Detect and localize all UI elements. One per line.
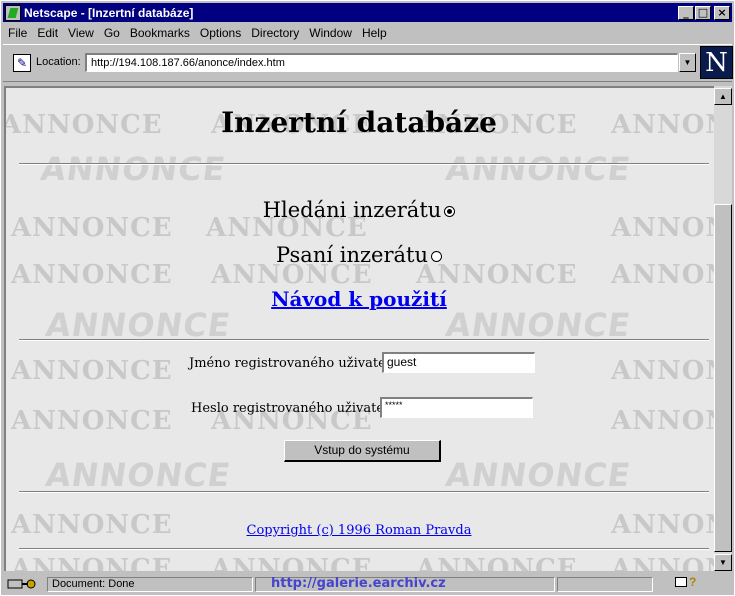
username-label: Jméno registrovaného uživatele: xyxy=(189,356,403,371)
watermark-text: ANNONCE xyxy=(443,456,634,494)
scroll-thumb[interactable] xyxy=(714,204,732,552)
scroll-down-button[interactable]: ▼ xyxy=(714,554,732,571)
divider xyxy=(19,491,709,493)
password-input[interactable]: ***** xyxy=(380,397,533,418)
write-ad-option[interactable]: Psaní inzerátu xyxy=(6,243,712,267)
page-title: Inzertní databáze xyxy=(221,106,497,139)
watermark-text: ANNONCE xyxy=(611,554,714,571)
watermark-text: ANNONCE xyxy=(416,554,578,571)
scroll-up-button[interactable]: ▲ xyxy=(714,88,732,105)
watermark-text: ANNONCE xyxy=(38,150,229,188)
menu-go[interactable]: Go xyxy=(99,26,125,40)
watermark-text: ANNONCE xyxy=(11,554,173,571)
search-ads-radio[interactable] xyxy=(444,206,456,217)
menu-edit[interactable]: Edit xyxy=(32,26,63,40)
location-label: Location: xyxy=(36,56,81,68)
vertical-scrollbar[interactable]: ▲ ▼ xyxy=(714,86,732,571)
search-ads-option[interactable]: Hledáni inzerátu xyxy=(6,198,712,222)
watermark-text: ANNONCE xyxy=(211,554,373,571)
watermark-text: ANNONCE xyxy=(443,150,634,188)
title-bar[interactable]: Netscape - [Inzertní databáze] _ □ × xyxy=(3,3,732,22)
write-ad-radio[interactable] xyxy=(431,251,443,262)
menu-bookmarks[interactable]: Bookmarks xyxy=(125,26,195,40)
maximize-button[interactable]: □ xyxy=(695,5,711,20)
status-text: Document: Done xyxy=(47,577,253,592)
password-label: Heslo registrovaného uživatele: xyxy=(191,401,401,416)
username-input[interactable]: guest xyxy=(382,352,535,373)
watermark-text: ANNONCE xyxy=(611,406,714,436)
security-key-icon[interactable] xyxy=(7,577,45,592)
mail-icon[interactable] xyxy=(675,577,687,587)
netscape-app-icon[interactable] xyxy=(5,4,21,21)
location-input[interactable]: http://194.108.187.66/anonce/index.htm xyxy=(85,53,678,72)
window-title: Netscape - [Inzertní databáze] xyxy=(24,5,194,20)
menu-options[interactable]: Options xyxy=(195,26,246,40)
status-overlay-url: http://galerie.earchiv.cz xyxy=(271,576,446,591)
watermark-text: ANNONCE xyxy=(43,456,234,494)
menu-help[interactable]: Help xyxy=(357,26,392,40)
background-watermark: ANNONCE ANNONCE ANNONCE ANNONCE ANNONCE … xyxy=(6,88,714,571)
divider xyxy=(19,339,709,341)
close-button[interactable]: × xyxy=(714,5,730,20)
menu-window[interactable]: Window xyxy=(304,26,357,40)
divider xyxy=(19,163,709,165)
write-ad-label: Psaní inzerátu xyxy=(275,243,429,267)
menu-file[interactable]: File xyxy=(3,26,32,40)
netscape-logo[interactable]: N xyxy=(700,46,733,79)
location-dropdown-button[interactable]: ▼ xyxy=(679,53,696,72)
watermark-text: ANNONCE xyxy=(11,356,173,386)
browser-window: Netscape - [Inzertní databáze] _ □ × Fil… xyxy=(0,0,735,596)
help-question-icon[interactable]: ? xyxy=(689,575,696,589)
page-content: ANNONCE ANNONCE ANNONCE ANNONCE ANNONCE … xyxy=(4,86,714,571)
link-icon[interactable]: ✎ xyxy=(13,54,31,72)
login-button[interactable]: Vstup do systému xyxy=(284,440,441,462)
location-toolbar: ✎ Location: http://194.108.187.66/anonce… xyxy=(3,44,733,82)
search-ads-label: Hledáni inzerátu xyxy=(262,198,442,222)
watermark-text: ANNONCE xyxy=(611,356,714,386)
menu-view[interactable]: View xyxy=(63,26,99,40)
divider xyxy=(19,548,709,550)
minimize-button[interactable]: _ xyxy=(678,5,694,20)
status-progress-panel xyxy=(557,577,653,592)
help-link[interactable]: Návod k použití xyxy=(6,287,712,311)
watermark-text: ANNONCE xyxy=(11,406,173,436)
menu-bar: File Edit View Go Bookmarks Options Dire… xyxy=(3,23,732,43)
copyright-link[interactable]: Copyright (c) 1996 Roman Pravda xyxy=(6,523,712,538)
menu-directory[interactable]: Directory xyxy=(246,26,304,40)
